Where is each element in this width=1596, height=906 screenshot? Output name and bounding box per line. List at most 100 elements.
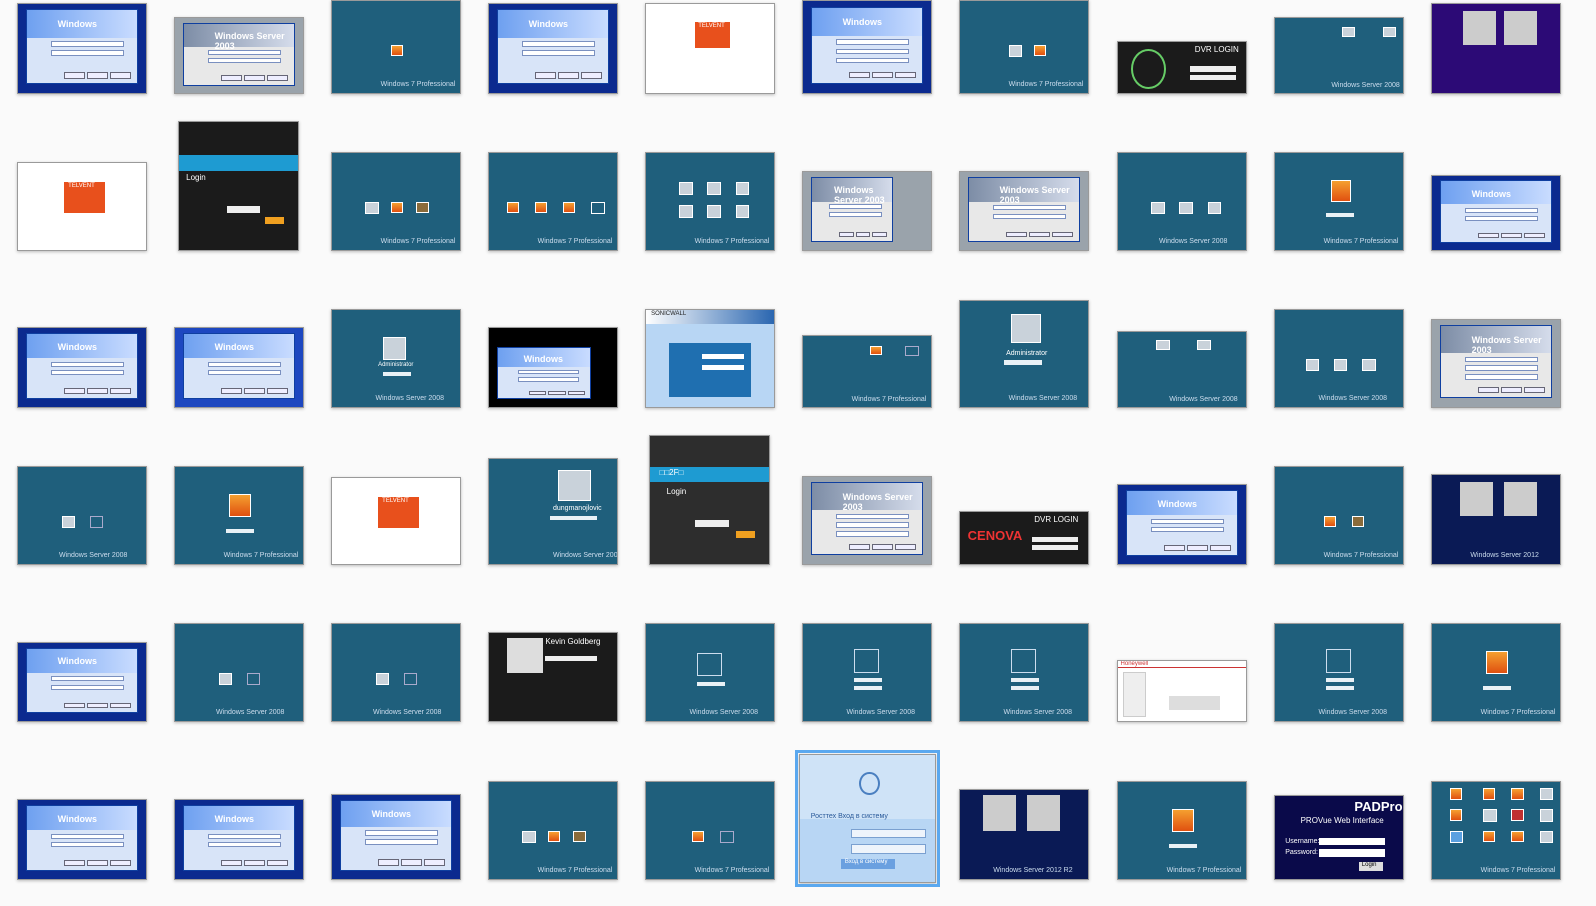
- desktop-icon: [1449, 830, 1464, 844]
- thumb-telvent-login-1[interactable]: TELVENT: [645, 3, 775, 94]
- thumb-xp-login-7[interactable]: Windows: [488, 327, 618, 408]
- thumb-telvent-login-3[interactable]: TELVENT: [331, 477, 461, 565]
- login-button[interactable]: [735, 530, 755, 539]
- user-tile-icon: [1333, 358, 1348, 372]
- user-tile-icon: [390, 201, 404, 214]
- password-field[interactable]: [1011, 678, 1040, 683]
- thumb-server2008-login-3[interactable]: Administrator Windows Server 2008: [959, 300, 1089, 408]
- thumb-win7-login-8[interactable]: Windows 7 Professional: [174, 466, 304, 565]
- login-button[interactable]: Login: [1359, 862, 1383, 871]
- login-button[interactable]: [264, 216, 284, 225]
- user-tile-icon: [1197, 339, 1211, 350]
- thumb-xp-login-6[interactable]: Windows: [174, 327, 304, 408]
- password-field[interactable]: [851, 843, 927, 854]
- thumb-server2008-login-8[interactable]: Windows Server 2008: [174, 623, 304, 722]
- password-field[interactable]: [697, 682, 726, 687]
- thumb-server2008-login-1[interactable]: Windows Server 2008: [1117, 152, 1247, 251]
- thumb-telvent-login-2[interactable]: TELVENT: [17, 162, 147, 251]
- password-field[interactable]: [854, 678, 883, 683]
- server-footer: Windows Server 2008: [372, 709, 442, 717]
- thumb-win7-login-1[interactable]: Windows 7 Professional: [331, 0, 461, 94]
- username-field[interactable]: [1318, 837, 1386, 845]
- thumb-server2012-login-1[interactable]: Windows Server 2012: [1431, 474, 1561, 565]
- thumb-server2008-login-12[interactable]: Windows Server 2008: [959, 623, 1089, 722]
- thumb-win7-login-9[interactable]: Windows 7 Professional: [1274, 466, 1404, 565]
- thumb-server2008-login-9[interactable]: Windows Server 2008: [331, 623, 461, 722]
- password-field[interactable]: [1326, 213, 1355, 217]
- user-avatar-icon: [983, 795, 1017, 831]
- user-tile-icon: [854, 649, 880, 673]
- thumb-server2003-login-5[interactable]: Windows Server 2003: [802, 476, 932, 565]
- thumb-win8-login-2[interactable]: Kevin Goldberg: [488, 632, 618, 722]
- password-field[interactable]: [383, 372, 412, 376]
- thumb-honeywell-login[interactable]: Honeywell: [1117, 660, 1247, 722]
- thumb-win7-login-4[interactable]: Windows 7 Professional: [488, 152, 618, 251]
- thumb-server2008-login-6[interactable]: Windows Server 2008: [17, 466, 147, 565]
- user-avatar-icon: [1462, 11, 1496, 45]
- thumb-server2003-login-1[interactable]: Windows Server 2003: [174, 17, 304, 94]
- desktop-icon: [1511, 830, 1524, 843]
- thumb-dvr-login-1[interactable]: DVR LOGIN: [1117, 41, 1247, 94]
- thumb-win7-login-6[interactable]: Windows 7 Professional: [1274, 152, 1404, 251]
- thumb-server2003-login-2[interactable]: Windows Server 2003: [802, 171, 932, 251]
- user-avatar-icon: [1503, 11, 1537, 45]
- password-field[interactable]: [226, 529, 255, 533]
- thumb-server2008-login-4[interactable]: Windows Server 2008: [1117, 331, 1247, 408]
- thumb-xp-login-9[interactable]: Windows: [17, 642, 147, 722]
- password-field[interactable]: [545, 655, 597, 662]
- login-button[interactable]: Вход в систему: [840, 859, 895, 870]
- thumb-chinese-login-1[interactable]: Login: [178, 121, 299, 251]
- thumb-server2008-login-11[interactable]: Windows Server 2008: [802, 623, 932, 722]
- thumb-xp-login-1[interactable]: Windows: [17, 3, 147, 94]
- password-field[interactable]: [1483, 686, 1512, 690]
- thumb-win7-login-11[interactable]: Windows 7 Professional: [488, 781, 618, 880]
- server2003-logo-text: Windows Server 2003: [214, 30, 285, 51]
- password-field[interactable]: [1011, 686, 1040, 690]
- thumb-xp-login-2[interactable]: Windows: [488, 3, 618, 94]
- password-field[interactable]: [550, 515, 597, 520]
- thumb-win7-login-5[interactable]: Windows 7 Professional: [645, 152, 775, 251]
- thumb-xp-login-12[interactable]: Windows: [331, 794, 461, 880]
- user-tile-icon: [246, 672, 261, 686]
- thumb-padpro-login[interactable]: PADPro PROVue Web Interface Username: Pa…: [1274, 795, 1404, 880]
- username-field[interactable]: [851, 828, 927, 839]
- server-footer: Windows Server 2008: [1331, 82, 1400, 90]
- sonicwall-logo: SONICWALL: [651, 311, 687, 318]
- thumb-win7-login-13[interactable]: Windows 7 Professional: [1117, 781, 1247, 880]
- thumb-sonicwall-login[interactable]: SONICWALL: [645, 309, 775, 408]
- thumb-xp-login-10[interactable]: Windows: [17, 799, 147, 880]
- thumb-xp-login-8[interactable]: Windows: [1117, 484, 1247, 565]
- thumb-win7-login-7[interactable]: Windows 7 Professional: [802, 335, 932, 408]
- thumb-server2008-login-7[interactable]: dungmanojlovic Windows Server 2008: [488, 458, 618, 565]
- thumb-win7-desktop-icons[interactable]: Windows 7 Professional: [1431, 781, 1561, 880]
- password-field[interactable]: [1326, 686, 1355, 690]
- thumb-xp-login-5[interactable]: Windows: [17, 327, 147, 408]
- desktop-icon: [1539, 809, 1554, 822]
- thumb-server2012r2-login[interactable]: Windows Server 2012 R2: [959, 789, 1089, 880]
- thumb-win8-login-1[interactable]: [1431, 3, 1561, 94]
- thumb-sbs-login-1[interactable]: Windows Server 2008: [1274, 17, 1404, 94]
- thumb-xp-login-4[interactable]: Windows: [1431, 175, 1561, 251]
- thumb-server2008-login-13[interactable]: Windows Server 2008: [1274, 623, 1404, 722]
- thumb-win7-login-12[interactable]: Windows 7 Professional: [645, 781, 775, 880]
- thumb-win7-login-3[interactable]: Windows 7 Professional: [331, 152, 461, 251]
- password-field[interactable]: [1318, 849, 1386, 857]
- thumb-win7-login-10[interactable]: Windows 7 Professional: [1431, 623, 1561, 722]
- password-field[interactable]: [1003, 360, 1042, 365]
- thumb-server2003-login-4[interactable]: Windows Server 2003: [1431, 319, 1561, 408]
- thumb-server2008-login-10[interactable]: Windows Server 2008: [645, 623, 775, 722]
- thumb-xp-login-3[interactable]: Windows: [802, 0, 932, 94]
- thumb-russian-login-selected[interactable]: Росттех Вход в систему Вход в систему: [795, 750, 940, 887]
- thumb-dvr-login-2[interactable]: CENOVA DVR LOGIN: [959, 511, 1089, 565]
- thumb-win7-login-2[interactable]: Windows 7 Professional: [959, 0, 1089, 94]
- password-field[interactable]: [1169, 844, 1198, 848]
- thumb-chinese-login-2[interactable]: □□2F□ Login: [649, 435, 770, 565]
- password-field[interactable]: [854, 686, 883, 690]
- thumb-server2008-login-2[interactable]: Administrator Windows Server 2008: [331, 309, 461, 408]
- xp-logo-text: Windows: [1471, 188, 1512, 199]
- user-tile-icon: [522, 830, 536, 844]
- thumb-xp-login-11[interactable]: Windows: [174, 799, 304, 880]
- thumb-server2008-login-5[interactable]: Windows Server 2008: [1274, 309, 1404, 408]
- password-field[interactable]: [1326, 678, 1355, 683]
- thumb-server2003-login-3[interactable]: Windows Server 2003: [959, 171, 1089, 251]
